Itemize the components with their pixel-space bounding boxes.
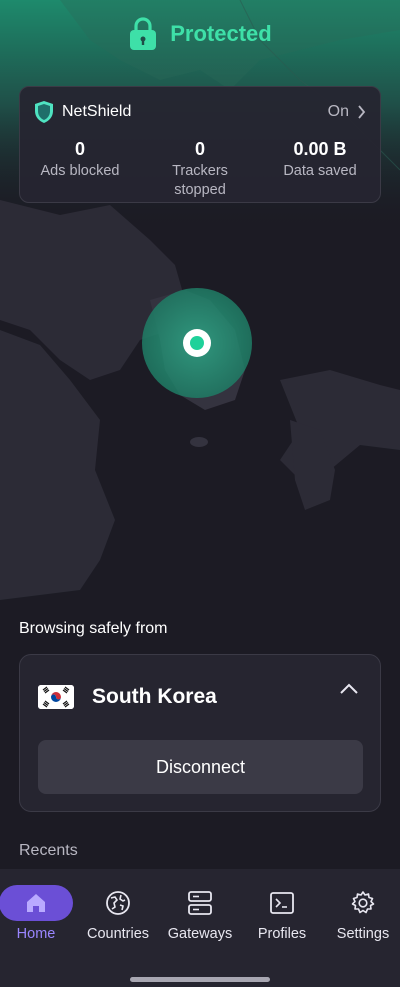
stat-value: 0.00 B [293,139,347,159]
nav-label: Settings [336,926,390,942]
stat-trackers-stopped: 0 Trackers stopped [140,139,260,200]
globe-icon [106,891,130,915]
shield-icon [35,101,53,123]
terminal-icon [270,892,294,914]
nav-gateways[interactable]: Gateways [160,869,240,944]
nav-profiles[interactable]: Profiles [242,869,322,944]
netshield-header[interactable]: NetShield On [34,99,366,125]
netshield-state[interactable]: On [328,103,366,121]
nav-profiles-icon-wrap [245,885,319,921]
connection-status-header: Protected [0,10,400,58]
nav-home[interactable]: Home [0,869,76,944]
stat-value: 0 [194,139,205,159]
recents-heading: Recents [19,842,78,859]
nav-label: Countries [86,926,150,942]
netshield-title: NetShield [62,103,132,120]
disconnect-button[interactable]: Disconnect [38,740,363,794]
netshield-stats: 0 Ads blocked 0 Trackers stopped 0.00 B … [20,139,380,200]
nav-settings[interactable]: Settings [323,869,400,944]
nav-label: Profiles [257,926,307,942]
nav-settings-icon-wrap [326,885,400,921]
nav-countries[interactable]: Countries [78,869,158,944]
netshield-card[interactable]: NetShield On 0 Ads blocked 0 Trackers st… [19,86,381,203]
nav-label: Home [16,926,56,942]
stat-label: Data saved [283,163,357,179]
browsing-label: Browsing safely from [19,620,168,637]
stat-label: Trackers stopped [172,163,228,198]
nav-countries-icon-wrap [81,885,155,921]
stat-value: 0 [74,139,85,159]
stat-ads-blocked: 0 Ads blocked [20,139,140,200]
server-icon [188,891,212,915]
connection-card: South Korea Disconnect [19,654,381,812]
netshield-state-label: On [327,103,349,120]
bottom-navigation: Home Countries Gateways Profiles Setting… [0,869,400,987]
home-icon [27,894,45,912]
south-korea-flag-icon [38,685,74,709]
chevron-right-icon [358,105,366,119]
lock-icon [130,17,157,50]
stat-label: Ads blocked [40,163,120,179]
country-name: South Korea [92,685,217,708]
stat-data-saved: 0.00 B Data saved [260,139,380,200]
nav-home-icon-wrap [0,885,73,921]
nav-label: Gateways [167,926,233,942]
chevron-up-icon[interactable] [338,681,360,697]
home-indicator[interactable] [130,977,270,982]
gear-icon [351,891,375,914]
status-title: Protected [170,21,272,46]
nav-gateways-icon-wrap [163,885,237,921]
